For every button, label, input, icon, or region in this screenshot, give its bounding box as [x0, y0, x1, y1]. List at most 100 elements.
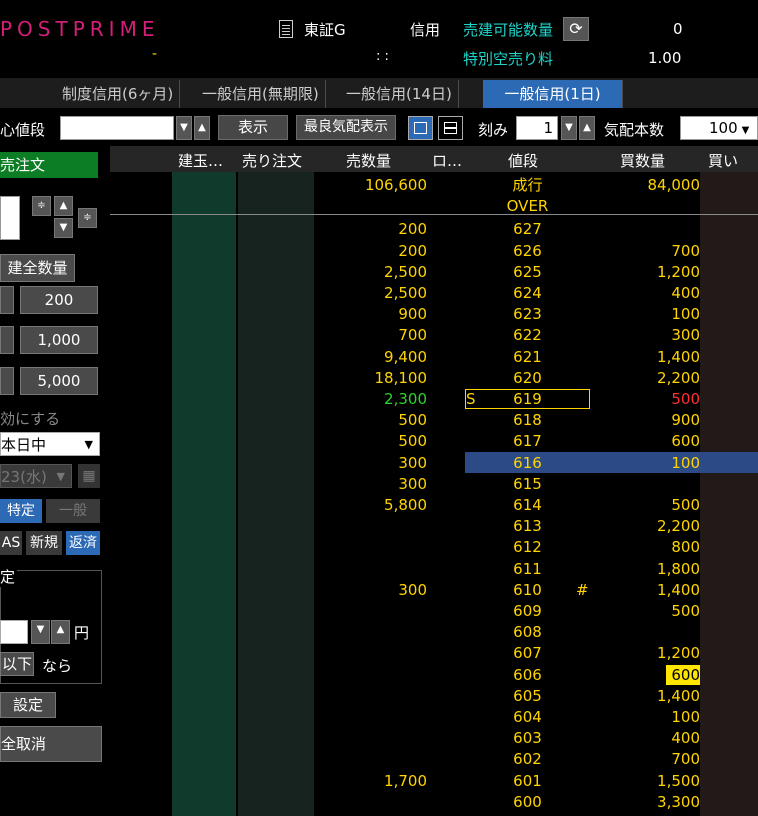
center-price-input[interactable]	[60, 116, 174, 140]
header-sell-qty[interactable]: 売数量	[346, 150, 391, 171]
qty-spin-icon[interactable]: ≑	[78, 208, 97, 228]
table-row[interactable]: 611 1,800	[110, 558, 758, 579]
table-row[interactable]: 5,800 614 500	[110, 494, 758, 515]
table-row[interactable]: 2,300 619 500 S	[110, 388, 758, 409]
table-row[interactable]: 700 622 300	[110, 324, 758, 345]
table-row[interactable]: 600 3,300	[110, 791, 758, 812]
table-row[interactable]: 18,100 620 2,200	[110, 367, 758, 388]
price-cell[interactable]: 608	[465, 622, 590, 642]
sell-order-header[interactable]: 売注文	[0, 152, 98, 178]
header-buy-order[interactable]: 買い	[708, 150, 738, 171]
price-cell[interactable]: 626	[465, 241, 590, 261]
qty-spin-up-icon[interactable]: ≑	[32, 196, 51, 216]
table-row[interactable]: 609 500	[110, 600, 758, 621]
tab-general-credit-1d[interactable]: 一般信用(1日)	[483, 80, 623, 108]
price-cell[interactable]: 618	[465, 410, 590, 430]
account-specific-tag[interactable]: 特定	[0, 499, 42, 523]
price-cell[interactable]: 622	[465, 325, 590, 345]
tab-system-credit[interactable]: 制度信用(6ヶ月)	[56, 80, 181, 108]
tick-input[interactable]: 1	[516, 116, 558, 140]
price-cell[interactable]: 600	[465, 792, 590, 812]
period-select[interactable]: 本日中 ▼	[0, 432, 100, 456]
table-row[interactable]: 608	[110, 621, 758, 642]
condition-up-icon[interactable]: ▲	[51, 620, 70, 644]
table-row[interactable]: 1,700 601 1,500	[110, 770, 758, 791]
tick-up-icon[interactable]: ▲	[579, 116, 595, 140]
document-icon[interactable]	[279, 20, 293, 38]
price-cell[interactable]: 620	[465, 368, 590, 388]
price-cell[interactable]: 613	[465, 516, 590, 536]
date-select[interactable]: 23(水) ▼	[0, 464, 72, 488]
set-button[interactable]: 設定	[0, 692, 56, 718]
best-quote-button[interactable]: 最良気配表示	[296, 115, 396, 140]
table-row[interactable]: 500 618 900	[110, 409, 758, 430]
refresh-icon[interactable]: ⟳	[563, 17, 589, 41]
price-cell[interactable]: 610	[465, 580, 590, 600]
table-row[interactable]: 200 627	[110, 218, 758, 239]
cancel-all-button[interactable]: 全取消	[0, 726, 102, 762]
price-cell[interactable]: 621	[465, 347, 590, 367]
close-all-qty-button[interactable]: 建全数量	[0, 254, 75, 282]
header-price[interactable]: 値段	[508, 150, 538, 171]
tab-general-credit-unlimited[interactable]: 一般信用(無期限)	[196, 80, 326, 108]
price-cell[interactable]: 606	[465, 665, 590, 685]
price-cell[interactable]: 611	[465, 559, 590, 579]
account-general-tag[interactable]: 一般	[46, 499, 100, 523]
price-cell[interactable]: 601	[465, 771, 590, 791]
new-tag[interactable]: 新規	[26, 531, 62, 555]
price-cell[interactable]: 623	[465, 304, 590, 324]
header-sell-order[interactable]: 売り注文	[242, 150, 302, 171]
qty-preset-left-5000[interactable]	[0, 367, 14, 395]
table-row[interactable]: 607 1,200	[110, 642, 758, 663]
table-row[interactable]: 300 615	[110, 473, 758, 494]
condition-price-input[interactable]	[0, 620, 28, 644]
qty-preset-200[interactable]: 200	[20, 286, 98, 314]
price-cell[interactable]: 604	[465, 707, 590, 727]
table-row[interactable]: 500 617 600	[110, 430, 758, 451]
price-cell[interactable]: 603	[465, 728, 590, 748]
price-cell[interactable]: 成行	[465, 175, 590, 195]
table-row[interactable]: 605 1,400	[110, 685, 758, 706]
price-cell[interactable]: 624	[465, 283, 590, 303]
condition-dropdown-icon[interactable]: ▼	[31, 620, 50, 644]
quantity-input[interactable]	[0, 196, 20, 240]
table-row[interactable]: 9,400 621 1,400	[110, 346, 758, 367]
price-cell[interactable]: 609	[465, 601, 590, 621]
single-view-icon[interactable]	[408, 116, 433, 140]
dropdown-arrow-icon[interactable]: ▼	[176, 116, 192, 140]
qty-down-icon[interactable]: ▼	[54, 218, 73, 238]
price-cell[interactable]: 615	[465, 474, 590, 494]
qty-up-icon[interactable]: ▲	[54, 196, 73, 216]
table-row[interactable]: 2,500 625 1,200	[110, 261, 758, 282]
qty-preset-left-200[interactable]	[0, 286, 14, 314]
table-row[interactable]: 603 400	[110, 727, 758, 748]
header-other[interactable]: ロ…	[432, 150, 462, 171]
table-row[interactable]: 106,600 成行 84,000	[110, 174, 758, 195]
table-row[interactable]: 602 700	[110, 748, 758, 769]
up-arrow-icon[interactable]: ▲	[194, 116, 210, 140]
price-cell[interactable]: 616	[465, 453, 590, 473]
price-cell[interactable]: 625	[465, 262, 590, 282]
table-row[interactable]: 900 623 100	[110, 303, 758, 324]
quote-count-select[interactable]: 100 ▼	[680, 116, 758, 140]
header-position[interactable]: 建玉…	[178, 150, 223, 171]
price-cell[interactable]: 614	[465, 495, 590, 515]
price-cell[interactable]: 612	[465, 537, 590, 557]
price-cell[interactable]: 617	[465, 431, 590, 451]
tab-general-credit-14d[interactable]: 一般信用(14日)	[340, 80, 459, 108]
qty-preset-left-1000[interactable]	[0, 326, 14, 354]
price-cell[interactable]: 627	[465, 219, 590, 239]
qty-preset-5000[interactable]: 5,000	[20, 367, 98, 395]
table-row[interactable]: 606 600	[110, 664, 758, 685]
table-row[interactable]: 613 2,200	[110, 515, 758, 536]
below-button[interactable]: 以下	[0, 652, 34, 676]
tick-dropdown-icon[interactable]: ▼	[561, 116, 577, 140]
table-row[interactable]: 300 610 1,400 #	[110, 579, 758, 600]
table-row[interactable]: 2,500 624 400	[110, 282, 758, 303]
repay-tag[interactable]: 返済	[66, 531, 100, 555]
calendar-icon[interactable]: ▦	[78, 464, 100, 488]
price-cell[interactable]: 602	[465, 749, 590, 769]
table-row[interactable]: 200 626 700	[110, 240, 758, 261]
qty-preset-1000[interactable]: 1,000	[20, 326, 98, 354]
table-row[interactable]: 604 100	[110, 706, 758, 727]
